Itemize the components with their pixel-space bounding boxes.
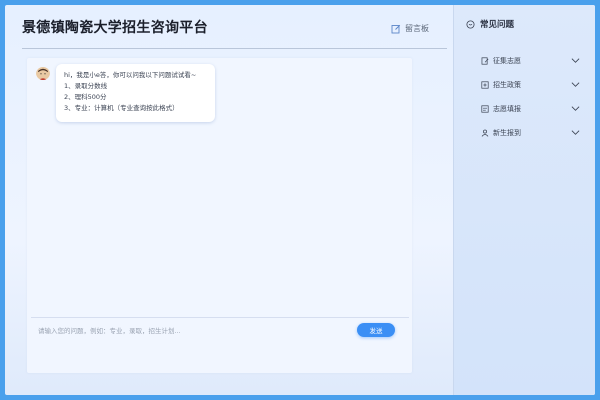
edit-icon bbox=[391, 24, 401, 33]
chat-panel: hi，我是小e答，你可以问我以下问题试试看~ 1、录取分数线 2、理科500分 … bbox=[27, 58, 412, 373]
page-title: 景德镇陶瓷大学招生咨询平台 bbox=[22, 20, 208, 36]
app-window: 景德镇陶瓷大学招生咨询平台 留言板 hi，我是小e答，你可以问我以下问题试试看~… bbox=[5, 5, 595, 395]
chevron-down-icon bbox=[571, 58, 580, 63]
faq-item-fill-application[interactable]: 志愿填报 bbox=[454, 97, 595, 121]
faq-item-collect-volunteer[interactable]: 征集志愿 bbox=[454, 49, 595, 73]
question-input[interactable] bbox=[38, 325, 348, 337]
input-area: 发送 bbox=[31, 317, 409, 339]
faq-item-freshman-registration[interactable]: 新生报到 bbox=[454, 121, 595, 145]
faq-item-label: 招生政策 bbox=[493, 81, 521, 89]
chevron-down-icon bbox=[571, 82, 580, 87]
message-line: 1、录取分数线 bbox=[64, 82, 108, 90]
faq-heading-label: 常见问题 bbox=[480, 20, 515, 30]
message-board-label: 留言板 bbox=[405, 24, 429, 33]
avatar-icon bbox=[36, 67, 50, 80]
bot-avatar bbox=[36, 66, 50, 80]
message-line: hi，我是小e答，你可以问我以下问题试试看~ bbox=[64, 71, 197, 79]
faq-list: 征集志愿 招生政策 志愿填报 新生报到 bbox=[454, 49, 595, 145]
chevron-down-icon bbox=[571, 130, 580, 135]
message-line: 2、理科500分 bbox=[64, 93, 107, 101]
faq-item-label: 新生报到 bbox=[493, 129, 521, 137]
faq-item-admission-policy[interactable]: 招生政策 bbox=[454, 73, 595, 97]
faq-item-label: 志愿填报 bbox=[493, 105, 521, 113]
main-area: 景德镇陶瓷大学招生咨询平台 留言板 hi，我是小e答，你可以问我以下问题试试看~… bbox=[5, 5, 453, 395]
send-button[interactable]: 发送 bbox=[357, 323, 395, 337]
fill-form-icon bbox=[481, 105, 489, 113]
user-icon bbox=[481, 129, 489, 137]
message-line: 3、专业：计算机（专业查询按此格式） bbox=[64, 104, 179, 112]
message-board-button[interactable]: 留言板 bbox=[391, 23, 429, 34]
faq-sidebar: 常见问题 征集志愿 招生政策 志愿填报 新生报到 bbox=[453, 5, 595, 395]
question-bubble-icon bbox=[466, 19, 475, 29]
bot-message-bubble: hi，我是小e答，你可以问我以下问题试试看~ 1、录取分数线 2、理科500分 … bbox=[56, 64, 215, 122]
edit-doc-icon bbox=[481, 57, 489, 65]
faq-heading: 常见问题 bbox=[466, 18, 514, 30]
header: 景德镇陶瓷大学招生咨询平台 留言板 bbox=[5, 5, 447, 49]
message-list[interactable]: hi，我是小e答，你可以问我以下问题试试看~ 1、录取分数线 2、理科500分 … bbox=[27, 58, 412, 313]
chevron-down-icon bbox=[571, 106, 580, 111]
faq-item-label: 征集志愿 bbox=[493, 57, 521, 65]
header-divider bbox=[22, 48, 447, 49]
policy-icon bbox=[481, 81, 489, 89]
